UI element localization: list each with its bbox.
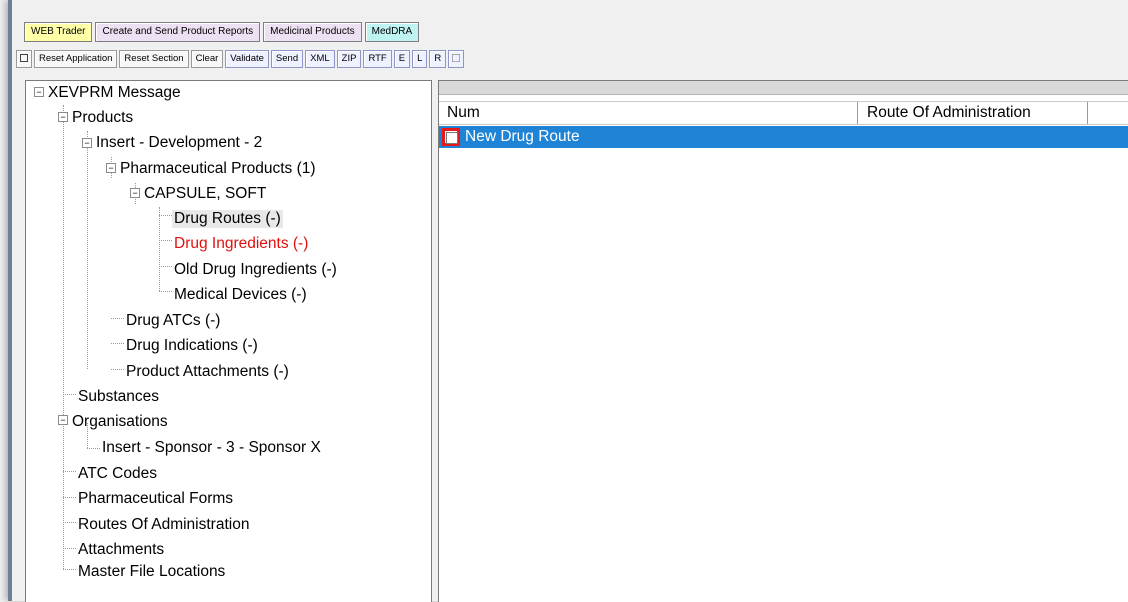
validate-button[interactable]: Validate <box>225 50 269 68</box>
collapse-toggle-icon[interactable]: − <box>58 415 68 425</box>
tab-create-send-product-reports[interactable]: Create and Send Product Reports <box>95 22 261 42</box>
square-icon <box>452 54 461 63</box>
tree-connector <box>159 215 172 216</box>
tree-connector <box>159 207 160 291</box>
tree-node-attachments[interactable]: Attachments <box>78 541 164 559</box>
grid-top-bar <box>439 81 1128 95</box>
tree-node-drug-indications[interactable]: Drug Indications (-) <box>126 337 258 355</box>
tree-node-medical-devices[interactable]: Medical Devices (-) <box>174 286 307 304</box>
reset-application-button[interactable]: Reset Application <box>34 50 118 68</box>
tab-medicinal-products[interactable]: Medicinal Products <box>263 22 362 42</box>
column-header-route-of-administration[interactable]: Route Of Administration <box>859 102 1097 124</box>
zip-button[interactable]: ZIP <box>336 50 362 68</box>
module-tab-bar: WEB Trader Create and Send Product Repor… <box>24 22 420 42</box>
xml-button[interactable]: XML <box>305 50 335 68</box>
tree-connector <box>63 569 76 570</box>
tree-node-insert-sponsor[interactable]: Insert - Sponsor - 3 - Sponsor X <box>102 439 321 457</box>
toggle-panel-button[interactable] <box>16 50 32 68</box>
tree-connector <box>63 105 64 569</box>
tree-node-organisations[interactable]: Organisations <box>72 413 168 431</box>
collapse-toggle-icon[interactable]: − <box>130 188 140 198</box>
tree-node-drug-ingredients[interactable]: Drug Ingredients (-) <box>174 235 308 253</box>
e-button[interactable]: E <box>393 50 411 68</box>
tree-node-drug-routes[interactable]: Drug Routes (-) <box>172 210 283 228</box>
collapse-toggle-icon[interactable]: − <box>58 112 68 122</box>
row-checkbox[interactable] <box>442 128 460 146</box>
tree-connector <box>87 131 88 369</box>
tree-connector <box>159 240 172 241</box>
tree-connector <box>111 343 124 344</box>
tree-connector <box>63 497 76 498</box>
r-button[interactable]: R <box>429 50 447 68</box>
rtf-button[interactable]: RTF <box>363 50 392 68</box>
column-resize-handle[interactable] <box>857 102 858 124</box>
tree-node-products[interactable]: Products <box>72 109 133 127</box>
tree-node-atc-codes[interactable]: ATC Codes <box>78 465 157 483</box>
tree-node-old-drug-ingredients[interactable]: Old Drug Ingredients (-) <box>174 261 337 279</box>
tree-connector <box>63 522 76 523</box>
tree-node-routes-of-administration[interactable]: Routes Of Administration <box>78 516 249 534</box>
table-row[interactable]: New Drug Route <box>439 126 1128 148</box>
tree-connector <box>63 471 76 472</box>
tree-node-drug-atcs[interactable]: Drug ATCs (-) <box>126 312 220 330</box>
tree-node-master-file-locations[interactable]: Master File Locations <box>78 563 225 581</box>
column-header-num[interactable]: Num <box>439 102 852 124</box>
reset-section-button[interactable]: Reset Section <box>119 50 189 68</box>
tree-node-insert-development[interactable]: Insert - Development - 2 <box>96 134 262 152</box>
toolbar: Reset Application Reset Section Clear Va… <box>16 49 465 69</box>
tree-connector <box>111 369 124 370</box>
l-button[interactable]: L <box>412 50 428 68</box>
tree-node-product-attachments[interactable]: Product Attachments (-) <box>126 363 289 381</box>
collapse-toggle-icon[interactable]: − <box>82 138 92 148</box>
row-label: New Drug Route <box>465 128 580 145</box>
clear-button[interactable]: Clear <box>190 50 224 68</box>
tree-connector <box>111 318 124 319</box>
send-button[interactable]: Send <box>270 50 304 68</box>
tab-meddra[interactable]: MedDRA <box>364 22 420 42</box>
drug-routes-grid-panel: Num Route Of Administration New Drug Rou… <box>438 80 1128 602</box>
tree-node-substances[interactable]: Substances <box>78 388 159 406</box>
tree-connector <box>63 394 76 395</box>
column-resize-handle[interactable] <box>1087 102 1088 124</box>
square-icon <box>20 54 28 63</box>
tree-node-pharmaceutical-forms[interactable]: Pharmaceutical Forms <box>78 490 233 508</box>
message-tree-panel[interactable]: − − − − − − XEVPRM Message Products Inse… <box>25 80 432 602</box>
tree-node-xevprm-message[interactable]: XEVPRM Message <box>48 84 181 102</box>
collapse-toggle-icon[interactable]: − <box>106 163 116 173</box>
tree-connector <box>159 266 172 267</box>
tree-connector <box>63 548 76 549</box>
tree-connector <box>159 291 172 292</box>
tree-node-capsule-soft[interactable]: CAPSULE, SOFT <box>144 185 266 203</box>
tab-web-trader[interactable]: WEB Trader <box>24 22 93 42</box>
grid-header-row: Num Route Of Administration <box>439 101 1128 125</box>
tree-connector <box>87 448 100 449</box>
collapse-toggle-icon[interactable]: − <box>34 87 44 97</box>
tree-node-pharmaceutical-products[interactable]: Pharmaceutical Products (1) <box>120 160 316 178</box>
window-left-border <box>8 0 12 601</box>
extra-toggle-button[interactable] <box>448 50 465 68</box>
checkbox-box <box>446 132 458 144</box>
